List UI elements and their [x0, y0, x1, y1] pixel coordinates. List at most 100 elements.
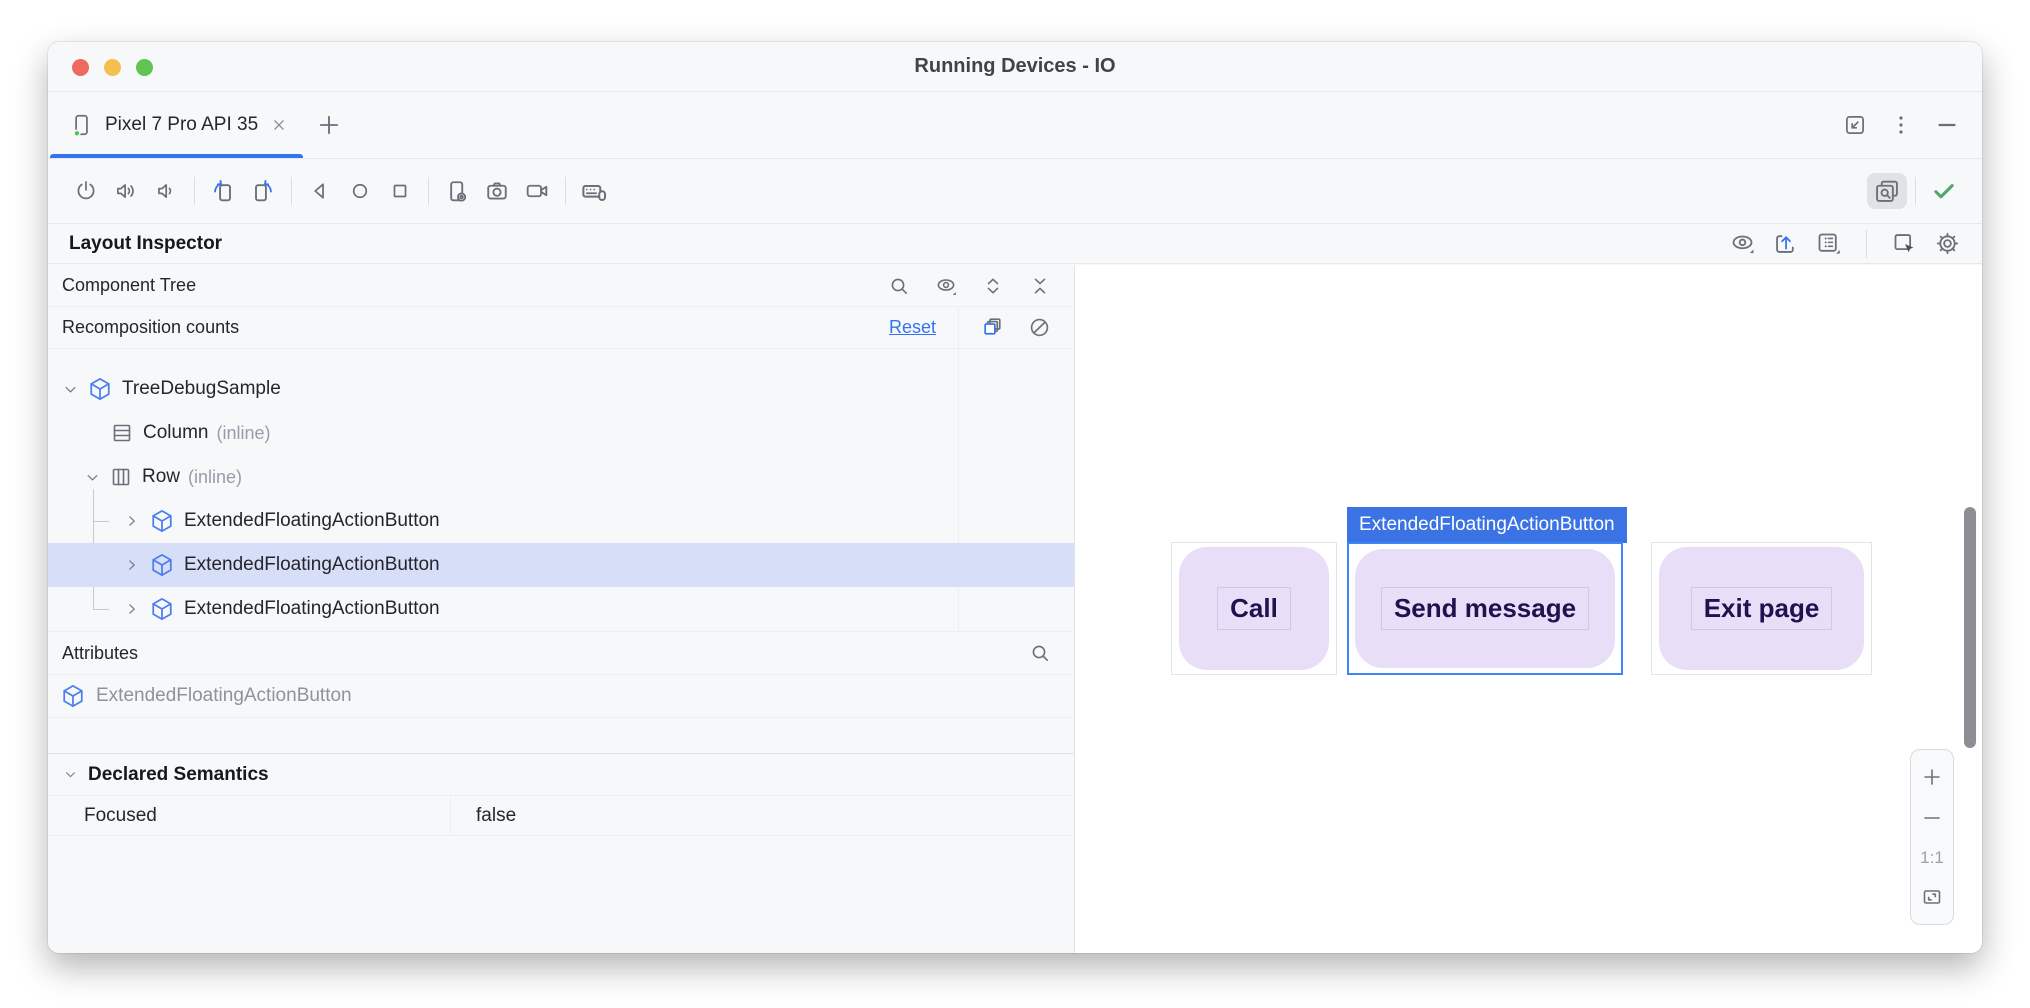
window-title: Running Devices - IO	[48, 55, 1982, 78]
tree-node-label: ExtendedFloatingActionButton	[184, 598, 440, 620]
fit-to-window-button[interactable]	[1920, 885, 1944, 909]
tree-node-treedebugsample[interactable]: TreeDebugSample	[48, 367, 1074, 411]
component-tree-title: Component Tree	[62, 275, 196, 296]
hardware-input-button[interactable]	[574, 173, 614, 209]
volume-down-button[interactable]	[146, 173, 186, 209]
android-home-button[interactable]	[340, 173, 380, 209]
attributes-title: Attributes	[62, 643, 138, 664]
component-tree-header: Component Tree	[48, 265, 1074, 307]
close-tab-icon[interactable]	[269, 115, 289, 135]
back-triangle-icon	[307, 178, 333, 204]
tree-node-label: ExtendedFloatingActionButton	[184, 554, 440, 576]
embed-window-icon[interactable]	[1842, 112, 1868, 138]
mirror-view-toggle-icon	[1873, 177, 1901, 205]
toolbar-separator	[1866, 230, 1867, 258]
declared-semantics-title: Declared Semantics	[88, 764, 269, 786]
overview-square-icon	[387, 178, 413, 204]
zoom-ratio-button[interactable]: 1:1	[1920, 848, 1944, 868]
collapse-all-icon[interactable]	[1028, 274, 1052, 298]
toolbar-right-actions	[1867, 173, 1964, 209]
attribute-value: false	[450, 805, 516, 827]
tree-node-suffix: (inline)	[188, 467, 242, 488]
selected-component-name: ExtendedFloatingActionButton	[96, 685, 352, 707]
fullscreen-window-button[interactable]	[136, 59, 153, 76]
compose-node-icon	[149, 552, 175, 578]
vertical-scrollbar[interactable]	[1964, 507, 1976, 748]
volume-up-button[interactable]	[106, 173, 146, 209]
selected-component-row: ExtendedFloatingActionButton	[48, 674, 1074, 718]
exit-page-button-label: Exit page	[1691, 587, 1833, 630]
check-icon	[1930, 177, 1958, 205]
screenshot-button[interactable]	[477, 173, 517, 209]
recomposition-counts-label: Recomposition counts	[62, 317, 239, 338]
declared-semantics-header[interactable]: Declared Semantics	[48, 753, 1074, 795]
chevron-right-icon[interactable]	[122, 512, 142, 530]
settings-gear-icon[interactable]	[1934, 230, 1961, 257]
power-button[interactable]	[66, 173, 106, 209]
minimize-window-button[interactable]	[104, 59, 121, 76]
close-window-button[interactable]	[72, 59, 89, 76]
tab-bar: Pixel 7 Pro API 35	[48, 92, 1982, 159]
tree-node-extendedfab-2-selected[interactable]: ExtendedFloatingActionButton	[48, 543, 1074, 587]
visibility-icon[interactable]	[934, 274, 958, 298]
tree-node-label: ExtendedFloatingActionButton	[184, 510, 440, 532]
compose-node-icon	[149, 508, 175, 534]
export-snapshot-icon[interactable]	[1772, 230, 1799, 257]
done-button[interactable]	[1924, 173, 1964, 209]
chevron-down-icon[interactable]	[62, 766, 79, 783]
attribute-row-focused: Focused false	[48, 795, 1074, 836]
call-button[interactable]: Call	[1179, 547, 1329, 670]
component-tree-actions	[887, 274, 1052, 298]
reset-recomposition-link[interactable]: Reset	[889, 317, 936, 338]
attributes-spacer	[48, 718, 1074, 753]
toolbar-separator	[1915, 177, 1916, 205]
recomposition-actions	[958, 307, 1074, 348]
phone-online-icon	[68, 112, 94, 138]
screen-record-button[interactable]	[517, 173, 557, 209]
android-back-button[interactable]	[300, 173, 340, 209]
exit-page-button[interactable]: Exit page	[1659, 547, 1864, 670]
desktop: Running Devices - IO Pixel 7 Pro API 35	[0, 0, 2030, 1008]
tree-node-extendedfab-3[interactable]: ExtendedFloatingActionButton	[48, 587, 1074, 631]
compose-node-icon	[87, 376, 113, 402]
main-content: Component Tree Recomposition counts	[48, 265, 1982, 953]
send-message-button-label: Send message	[1381, 587, 1589, 630]
visibility-icon[interactable]	[1729, 230, 1756, 257]
rotate-right-button[interactable]	[243, 173, 283, 209]
device-settings-icon	[443, 177, 471, 205]
send-message-button[interactable]: Send message	[1355, 549, 1615, 668]
search-icon[interactable]	[1028, 641, 1052, 665]
volume-up-icon	[113, 178, 139, 204]
new-tab-button[interactable]	[315, 111, 343, 139]
minimize-icon[interactable]	[1934, 112, 1960, 138]
zoom-in-button[interactable]	[1920, 765, 1944, 789]
recomposition-counts-row: Recomposition counts Reset	[48, 307, 1074, 349]
chevron-down-icon[interactable]	[60, 380, 80, 399]
search-icon[interactable]	[887, 274, 911, 298]
panel-layout-icon[interactable]	[1815, 230, 1842, 257]
tree-node-column[interactable]: Column (inline)	[48, 411, 1074, 455]
zoom-out-button[interactable]	[1920, 806, 1944, 830]
tab-pixel-7-pro[interactable]: Pixel 7 Pro API 35	[48, 92, 305, 158]
chevron-right-icon[interactable]	[122, 600, 142, 618]
rotate-left-button[interactable]	[203, 173, 243, 209]
chevron-down-icon[interactable]	[82, 468, 102, 487]
android-overview-button[interactable]	[380, 173, 420, 209]
device-settings-button[interactable]	[437, 173, 477, 209]
volume-down-icon	[153, 178, 179, 204]
more-vertical-icon[interactable]	[1888, 112, 1914, 138]
pick-element-icon[interactable]	[1891, 230, 1918, 257]
tree-node-label: TreeDebugSample	[122, 378, 281, 400]
keyboard-mouse-icon	[579, 176, 609, 206]
disable-recomposition-icon[interactable]	[1027, 315, 1052, 340]
attributes-header: Attributes	[48, 631, 1074, 674]
mirror-view-toggle-button[interactable]	[1867, 173, 1907, 209]
tree-node-suffix: (inline)	[216, 423, 270, 444]
expand-all-icon[interactable]	[981, 274, 1005, 298]
tree-node-extendedfab-1[interactable]: ExtendedFloatingActionButton	[48, 499, 1074, 543]
highlight-recomposition-icon[interactable]	[981, 315, 1006, 340]
layout-inspector-header: Layout Inspector	[48, 224, 1982, 264]
tree-node-row[interactable]: Row (inline)	[48, 455, 1074, 499]
chevron-right-icon[interactable]	[122, 556, 142, 574]
zoom-controls: 1:1	[1910, 749, 1954, 925]
